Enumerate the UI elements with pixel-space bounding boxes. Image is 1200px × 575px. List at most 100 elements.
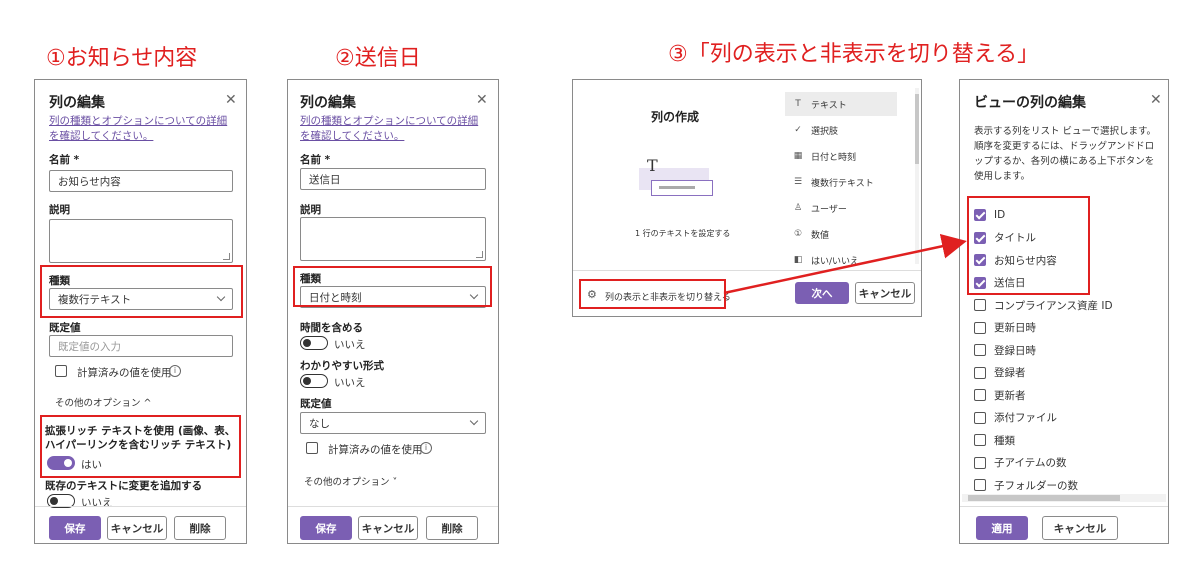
close-icon[interactable]: ✕ (1150, 92, 1162, 108)
default-value: なし (309, 417, 330, 430)
edit-column-panel-2: 列の編集 ✕ 列の種類とオプションについての詳細を確認してください。 名前 * … (287, 79, 499, 544)
type-item-number[interactable]: ① 数値 (785, 222, 897, 246)
column-checkbox[interactable] (974, 276, 986, 289)
column-checkbox[interactable] (974, 411, 986, 424)
column-checkbox[interactable] (974, 456, 986, 469)
name-label: 名前 * (300, 154, 331, 166)
name-input[interactable]: お知らせ内容 (49, 170, 233, 192)
description-input[interactable] (49, 219, 233, 263)
close-icon[interactable]: ✕ (225, 92, 237, 108)
default-dropdown[interactable]: なし (300, 412, 486, 434)
cancel-button[interactable]: キャンセル (358, 516, 418, 540)
column-item[interactable]: 添付ファイル (974, 409, 1057, 427)
more-options-link[interactable]: その他のオプション ^ (55, 395, 151, 409)
column-label: 添付ファイル (994, 412, 1057, 424)
friendly-format-value: いいえ (334, 377, 366, 389)
text-preview-line (659, 186, 695, 189)
type-item-multiline[interactable]: ☰ 複数行テキスト (785, 170, 897, 194)
close-icon[interactable]: ✕ (476, 92, 488, 108)
default-label: 既定値 (300, 398, 332, 410)
type-dropdown[interactable]: 複数行テキスト (49, 288, 233, 310)
calculated-checkbox[interactable] (306, 442, 318, 454)
column-checkbox[interactable] (974, 389, 986, 401)
cancel-button[interactable]: キャンセル (855, 282, 915, 304)
caption: 1 行のテキストを設定する (635, 229, 731, 238)
step-title-3: ③「列の表示と非表示を切り替える」 (668, 42, 1040, 67)
save-button[interactable]: 保存 (300, 516, 352, 540)
friendly-format-label: わかりやすい形式 (300, 360, 384, 372)
description-input[interactable] (300, 217, 486, 261)
column-item[interactable]: 更新者 (974, 386, 1026, 404)
create-column-title: 列の作成 (651, 110, 700, 124)
check-circle-icon: ✓ (794, 125, 802, 135)
column-item[interactable]: お知らせ内容 (974, 251, 1057, 269)
apply-button[interactable]: 適用 (976, 516, 1028, 540)
column-item[interactable]: コンプライアンス資産 ID (974, 296, 1113, 314)
type-label: 数値 (811, 230, 830, 241)
horizontal-scrollbar[interactable] (962, 494, 1166, 502)
delete-button[interactable]: 削除 (426, 516, 478, 540)
panel-title: ビューの列の編集 (974, 95, 1086, 111)
default-input[interactable]: 既定値の入力 (49, 335, 233, 357)
column-checkbox[interactable] (974, 209, 986, 221)
name-input[interactable]: 送信日 (300, 168, 486, 190)
column-checkbox[interactable] (974, 434, 986, 446)
help-link[interactable]: 列の種類とオプションについての詳細を確認してください。 (49, 114, 235, 144)
rich-text-toggle[interactable] (47, 456, 75, 470)
column-item[interactable]: 登録者 (974, 364, 1026, 382)
type-label: テキスト (811, 100, 847, 111)
column-item[interactable]: 種類 (974, 431, 1015, 449)
calculated-checkbox[interactable] (55, 365, 67, 377)
info-icon[interactable]: i (169, 365, 181, 377)
scrollbar-thumb[interactable] (968, 495, 1120, 501)
footer-divider (960, 506, 1168, 507)
type-item-datetime[interactable]: ▦ 日付と時刻 (785, 144, 897, 168)
type-label: 選択肢 (811, 126, 839, 137)
friendly-format-toggle[interactable] (300, 374, 328, 388)
type-item-choice[interactable]: ✓ 選択肢 (785, 118, 897, 142)
type-label: 日付と時刻 (811, 152, 857, 163)
next-button[interactable]: 次へ (795, 282, 849, 304)
toggle-columns-link[interactable]: 列の表示と非表示を切り替える (605, 290, 731, 303)
column-checkbox[interactable] (974, 231, 986, 244)
cancel-button[interactable]: キャンセル (1042, 516, 1118, 540)
column-item[interactable]: ID (974, 206, 1005, 224)
column-item[interactable]: タイトル (974, 229, 1036, 247)
type-list-scrollbar[interactable] (915, 88, 919, 264)
column-checkbox[interactable] (974, 366, 986, 379)
append-value: いいえ (81, 497, 113, 509)
column-checkbox[interactable] (974, 344, 986, 356)
default-placeholder: 既定値の入力 (58, 340, 121, 353)
include-time-toggle[interactable] (300, 336, 328, 350)
column-checkbox[interactable] (974, 254, 986, 266)
include-time-value: いいえ (334, 339, 366, 351)
delete-button[interactable]: 削除 (174, 516, 226, 540)
column-item[interactable]: 更新日時 (974, 319, 1036, 337)
type-item-yesno[interactable]: ◧ はい/いいえ (785, 248, 897, 272)
rich-text-value: はい (81, 459, 102, 471)
type-item-user[interactable]: ♙ ユーザー (785, 196, 897, 220)
type-label: 種類 (300, 273, 321, 285)
column-item[interactable]: 子アイテムの数 (974, 454, 1066, 472)
column-item[interactable]: 登録日時 (974, 341, 1036, 359)
type-dropdown[interactable]: 日付と時刻 (300, 286, 486, 308)
column-checkbox[interactable] (974, 479, 986, 491)
info-icon[interactable]: i (420, 442, 432, 454)
column-checkbox[interactable] (974, 321, 986, 334)
panel-title: 列の編集 (49, 95, 105, 111)
more-options-link[interactable]: その他のオプション ˅ (304, 474, 397, 488)
save-button[interactable]: 保存 (49, 516, 101, 540)
edit-column-panel-1: 列の編集 ✕ 列の種類とオプションについての詳細を確認してください。 名前 * … (34, 79, 247, 544)
scrollbar-thumb[interactable] (915, 94, 919, 164)
type-label: 種類 (49, 275, 70, 287)
type-item-text[interactable]: T テキスト (785, 92, 897, 116)
footer-divider (35, 506, 246, 507)
column-label: 登録日時 (994, 344, 1036, 357)
column-checkbox[interactable] (974, 299, 986, 311)
type-value: 日付と時刻 (309, 291, 362, 304)
column-item[interactable]: 子フォルダーの数 (974, 476, 1078, 494)
cancel-button[interactable]: キャンセル (107, 516, 167, 540)
footer-divider (288, 506, 498, 507)
column-item[interactable]: 送信日 (974, 274, 1026, 292)
help-link[interactable]: 列の種類とオプションについての詳細を確認してください。 (300, 114, 488, 144)
